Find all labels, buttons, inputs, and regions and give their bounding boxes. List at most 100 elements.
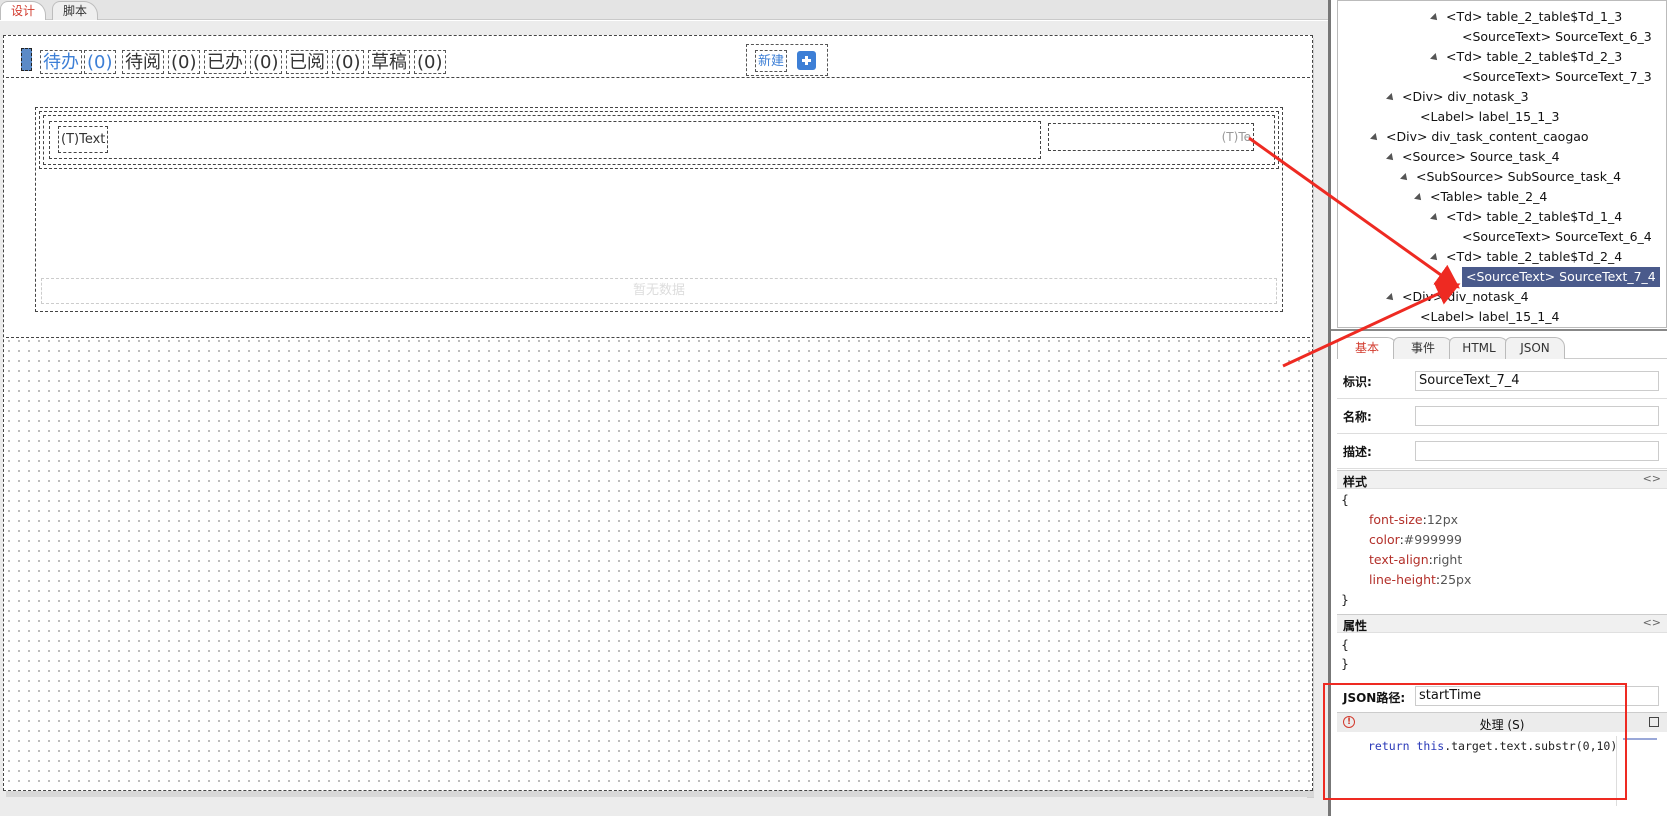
annotation-highlight-box <box>1323 683 1627 800</box>
tab-json-label: JSON <box>1520 341 1550 355</box>
tree-node[interactable]: <Td> table_2_table$Td_1_3 <box>1430 7 1623 27</box>
expand-triangle-icon[interactable] <box>1386 153 1396 163</box>
tree-node-label: <SourceText> SourceText_7_3 <box>1462 69 1652 84</box>
selection-handle[interactable] <box>21 48 32 71</box>
field-desc-label: 描述: <box>1343 445 1372 459</box>
tree-node[interactable]: <SourceText> SourceText_6_3 <box>1462 27 1652 47</box>
style-value: 12px <box>1426 512 1459 527</box>
tree-node-label: <SourceText> SourceText_6_4 <box>1462 229 1652 244</box>
new-button[interactable]: 新建 <box>746 44 828 76</box>
task-tab-count: (0) <box>168 50 200 74</box>
tree-node-label: <Label> label_15_1_3 <box>1420 109 1560 124</box>
tree-node[interactable]: <Label> label_15_1_3 <box>1420 107 1559 127</box>
tab-design[interactable]: 设计 <box>0 1 47 20</box>
tree-node[interactable]: <Div> div_notask_4 <box>1386 287 1529 307</box>
tab-script[interactable]: 脚本 <box>52 1 99 20</box>
tree-node[interactable]: <Source> Source_task_4 <box>1386 147 1560 167</box>
field-name-label: 名称: <box>1343 410 1372 424</box>
source-text-title[interactable]: (T)Text <box>58 126 109 153</box>
code-toggle-icon[interactable]: <> <box>1643 616 1661 629</box>
tree-node[interactable]: <Td> table_2_table$Td_1_4 <box>1430 207 1623 227</box>
tree-node-label: <Td> table_2_table$Td_1_3 <box>1446 9 1623 24</box>
style-section-header[interactable]: 样式 <> <box>1337 470 1667 489</box>
name-input[interactable] <box>1415 406 1659 426</box>
style-prop[interactable]: line-height:25px <box>1369 570 1471 590</box>
plus-square-icon[interactable] <box>797 51 816 70</box>
expand-triangle-icon[interactable] <box>1386 93 1396 103</box>
expand-triangle-icon[interactable] <box>1370 133 1380 143</box>
tree-node[interactable]: <SourceText> SourceText_7_4 <box>1462 267 1660 287</box>
task-tab-todo[interactable]: 待办 (0) <box>40 48 116 76</box>
tree-node-label: <SourceText> SourceText_7_4 <box>1466 269 1656 284</box>
expand-triangle-icon[interactable] <box>1430 253 1440 263</box>
task-tab-bar[interactable]: 待办 (0) 待阅 (0) 已办 (0) 已阅 (0) 草稿 (0) 新建 <box>6 38 1310 78</box>
tree-node[interactable]: <Table> table_2_4 <box>1414 187 1548 207</box>
designer-mode-tabs: 设计 脚本 <box>0 0 1328 20</box>
no-data-label[interactable]: 暂无数据 <box>41 278 1277 304</box>
task-tab-label: 待办 <box>40 50 82 74</box>
tree-node[interactable]: <Label> label_15_1_4 <box>1420 307 1559 327</box>
tab-json[interactable]: JSON <box>1505 337 1565 359</box>
style-prop[interactable]: text-align:right <box>1369 550 1462 570</box>
table-cell-2[interactable]: (T)Te <box>1048 123 1254 151</box>
style-prop[interactable]: font-size:12px <box>1369 510 1458 530</box>
tree-node-label: <Label> label_15_1_4 <box>1420 309 1560 324</box>
style-key: line-height <box>1369 572 1436 587</box>
design-canvas: 待办 (0) 待阅 (0) 已办 (0) 已阅 (0) 草稿 (0) 新建 (T… <box>0 21 1328 816</box>
attr-open-brace: { <box>1341 637 1349 652</box>
task-tab-count: (0) <box>414 50 446 74</box>
style-value: right <box>1432 552 1463 567</box>
tree-node[interactable]: <SourceText> SourceText_6_4 <box>1462 227 1652 247</box>
source-task-container[interactable]: (T)Text (T)Te 暂无数据 <box>35 107 1283 312</box>
design-page[interactable]: 待办 (0) 待阅 (0) 已办 (0) 已阅 (0) 草稿 (0) 新建 (T… <box>3 35 1313 791</box>
table-row[interactable]: (T)Text (T)Te <box>43 115 1275 165</box>
tab-script-label: 脚本 <box>63 4 88 18</box>
id-input[interactable]: SourceText_7_4 <box>1415 371 1659 391</box>
style-value: #999999 <box>1403 532 1462 547</box>
tab-html-label: HTML <box>1462 341 1496 355</box>
new-button-label: 新建 <box>755 50 788 72</box>
tree-node[interactable]: <SubSource> SubSource_task_4 <box>1400 167 1621 187</box>
canvas-shadow <box>6 791 1314 797</box>
expand-triangle-icon[interactable] <box>1430 13 1440 23</box>
tab-events[interactable]: 事件 <box>1393 337 1453 359</box>
tree-node-label: <Table> table_2_4 <box>1430 189 1548 204</box>
task-tab-label: 待阅 <box>122 50 164 74</box>
task-tab-toread[interactable]: 待阅 (0) <box>122 48 200 76</box>
attr-section-header[interactable]: 属性 <> <box>1337 614 1667 633</box>
tab-basic-label: 基本 <box>1354 341 1379 355</box>
subsource-container[interactable]: (T)Text (T)Te <box>39 111 1279 169</box>
table-cell-1[interactable]: (T)Text <box>49 121 1041 159</box>
style-prop[interactable]: color:#999999 <box>1369 530 1462 550</box>
tree-node[interactable]: <Td> table_2_table$Td_2_4 <box>1430 247 1622 267</box>
task-tab-count: (0) <box>84 50 116 74</box>
maximize-icon[interactable] <box>1649 717 1659 727</box>
panel-splitter[interactable] <box>1331 329 1667 331</box>
style-close-brace: } <box>1341 592 1349 607</box>
expand-triangle-icon[interactable] <box>1386 293 1396 303</box>
tree-node-label: <Div> div_notask_4 <box>1402 289 1529 304</box>
task-tab-label: 已办 <box>204 50 246 74</box>
minimap-line <box>1623 738 1657 740</box>
task-tab-draft[interactable]: 草稿 (0) <box>368 48 446 76</box>
code-toggle-icon[interactable]: <> <box>1643 472 1661 485</box>
tree-node-label: <Td> table_2_table$Td_1_4 <box>1446 209 1623 224</box>
task-tab-done[interactable]: 已办 (0) <box>204 48 282 76</box>
source-text-time[interactable]: (T)Te <box>1222 125 1251 150</box>
task-tab-read[interactable]: 已阅 (0) <box>286 48 364 76</box>
task-content-area[interactable]: (T)Text (T)Te 暂无数据 <box>6 80 1310 338</box>
tree-node[interactable]: <Div> div_task_content_caogao <box>1370 127 1589 147</box>
tab-html[interactable]: HTML <box>1449 337 1509 359</box>
tree-node[interactable]: <Div> div_notask_3 <box>1386 87 1529 107</box>
tree-node[interactable]: <Td> table_2_table$Td_2_3 <box>1430 47 1622 67</box>
component-tree[interactable]: <Td> table_2_table$Td_1_3 <SourceText> So… <box>1337 0 1667 328</box>
tree-node[interactable]: <SourceText> SourceText_7_3 <box>1462 67 1652 87</box>
style-section-title: 样式 <box>1343 475 1368 489</box>
expand-triangle-icon[interactable] <box>1400 173 1410 183</box>
expand-triangle-icon[interactable] <box>1430 53 1440 63</box>
task-tab-label: 草稿 <box>368 50 410 74</box>
desc-input[interactable] <box>1415 441 1659 461</box>
expand-triangle-icon[interactable] <box>1430 213 1440 223</box>
expand-triangle-icon[interactable] <box>1414 193 1424 203</box>
tab-basic[interactable]: 基本 <box>1337 337 1397 359</box>
